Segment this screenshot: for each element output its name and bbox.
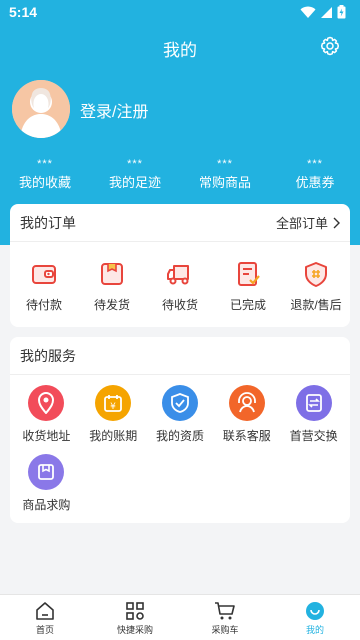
service-label: 我的资质 — [155, 429, 204, 443]
service-shipping-address[interactable]: 收货地址 — [13, 385, 80, 444]
stat-label: 常购商品 — [198, 175, 251, 190]
order-label: 退款/售后 — [290, 298, 342, 312]
grid-icon — [126, 602, 144, 620]
product-box-icon — [28, 454, 65, 490]
calendar-yen-icon: ¥ — [95, 385, 132, 421]
status-icons — [300, 5, 346, 19]
service-label: 联系客服 — [222, 429, 271, 443]
order-pending-shipment[interactable]: 待发货 — [82, 260, 142, 313]
cart-icon — [215, 602, 235, 620]
wallet-icon — [32, 265, 56, 284]
customer-service-icon — [228, 385, 265, 421]
tab-label: 首页 — [35, 625, 54, 635]
box-icon — [101, 263, 123, 285]
tab-purchase-cart[interactable]: 采购车 — [180, 595, 270, 640]
services-card: 我的服务 收货地址 ¥ 我的账期 我的资质 联系客服 首营交换 商品求购 — [10, 337, 350, 523]
services-title: 我的服务 — [20, 347, 76, 364]
status-time: 5:14 — [9, 4, 38, 20]
stat-favorites[interactable]: *** 我的收藏 — [0, 158, 90, 191]
tab-mine[interactable]: 我的 — [270, 595, 360, 640]
order-completed[interactable]: 已完成 — [218, 260, 278, 313]
chevron-right-icon — [333, 217, 340, 228]
service-label: 首营交换 — [289, 429, 338, 443]
bottom-tab-bar: 首页 快捷采购 采购车 我的 — [0, 594, 360, 640]
orders-title: 我的订单 — [20, 214, 76, 231]
orders-card: 我的订单 全部订单 待付款 待发货 待收货 已完成 退款/售后 — [10, 204, 350, 327]
tab-home[interactable]: 首页 — [0, 595, 90, 640]
profile-stats: *** 我的收藏 *** 我的足迹 *** 常购商品 *** 优惠券 — [0, 158, 360, 191]
avatar[interactable] — [12, 80, 70, 138]
stat-frequent-products[interactable]: *** 常购商品 — [180, 158, 270, 191]
wifi-icon — [300, 6, 316, 18]
settings-gear-icon[interactable] — [320, 36, 340, 56]
order-label: 已完成 — [229, 298, 266, 312]
shield-check-icon — [161, 385, 198, 421]
stat-footprints[interactable]: *** 我的足迹 — [90, 158, 180, 191]
signal-icon — [321, 6, 332, 18]
profile-icon — [306, 602, 324, 620]
order-pending-receipt[interactable]: 待收货 — [150, 260, 210, 313]
status-bar: 5:14 — [0, 0, 360, 24]
service-label: 商品求购 — [22, 498, 71, 512]
stat-value: *** — [127, 158, 143, 170]
all-orders-label: 全部订单 — [275, 216, 328, 231]
svg-text:¥: ¥ — [110, 402, 116, 412]
all-orders-link[interactable]: 全部订单 — [276, 213, 340, 232]
truck-icon — [167, 265, 189, 285]
battery-icon — [337, 5, 346, 19]
stat-value: *** — [217, 158, 233, 170]
order-label: 待收货 — [161, 298, 198, 312]
service-product-request[interactable]: 商品求购 — [13, 454, 80, 513]
stat-label: 我的收藏 — [18, 175, 71, 190]
location-icon — [28, 385, 65, 421]
service-first-operation-exchange[interactable]: 首营交换 — [280, 385, 347, 444]
home-icon — [36, 602, 54, 620]
orders-header: 我的订单 全部订单 — [10, 204, 350, 242]
stat-label: 优惠券 — [295, 175, 335, 190]
title-bar: 我的 — [0, 28, 360, 64]
after-sale-shield-icon — [305, 262, 327, 287]
order-label: 待付款 — [25, 298, 62, 312]
completed-doc-icon — [238, 262, 260, 286]
stat-value: *** — [307, 158, 323, 170]
service-label: 收货地址 — [22, 429, 71, 443]
services-header: 我的服务 — [10, 337, 350, 375]
service-label: 我的账期 — [89, 429, 138, 443]
service-qualifications[interactable]: 我的资质 — [147, 385, 214, 444]
stat-value: *** — [37, 158, 53, 170]
exchange-doc-icon — [295, 385, 332, 421]
login-register-link[interactable]: 登录/注册 — [80, 98, 148, 122]
stat-label: 我的足迹 — [108, 175, 161, 190]
page-title: 我的 — [163, 41, 197, 60]
tab-quick-purchase[interactable]: 快捷采购 — [90, 595, 180, 640]
order-pending-payment[interactable]: 待付款 — [14, 260, 74, 313]
services-grid: 收货地址 ¥ 我的账期 我的资质 联系客服 首营交换 商品求购 — [10, 375, 350, 523]
stat-coupons[interactable]: *** 优惠券 — [270, 158, 360, 191]
tab-label: 采购车 — [211, 625, 239, 635]
avatar-image — [12, 80, 70, 138]
order-status-row: 待付款 待发货 待收货 已完成 退款/售后 — [10, 242, 350, 313]
service-customer-service[interactable]: 联系客服 — [213, 385, 280, 444]
tab-label: 我的 — [305, 625, 324, 635]
tab-label: 快捷采购 — [116, 625, 153, 635]
order-refund-after-sale[interactable]: 退款/售后 — [286, 260, 346, 313]
service-billing-period[interactable]: ¥ 我的账期 — [80, 385, 147, 444]
order-label: 待发货 — [93, 298, 130, 312]
